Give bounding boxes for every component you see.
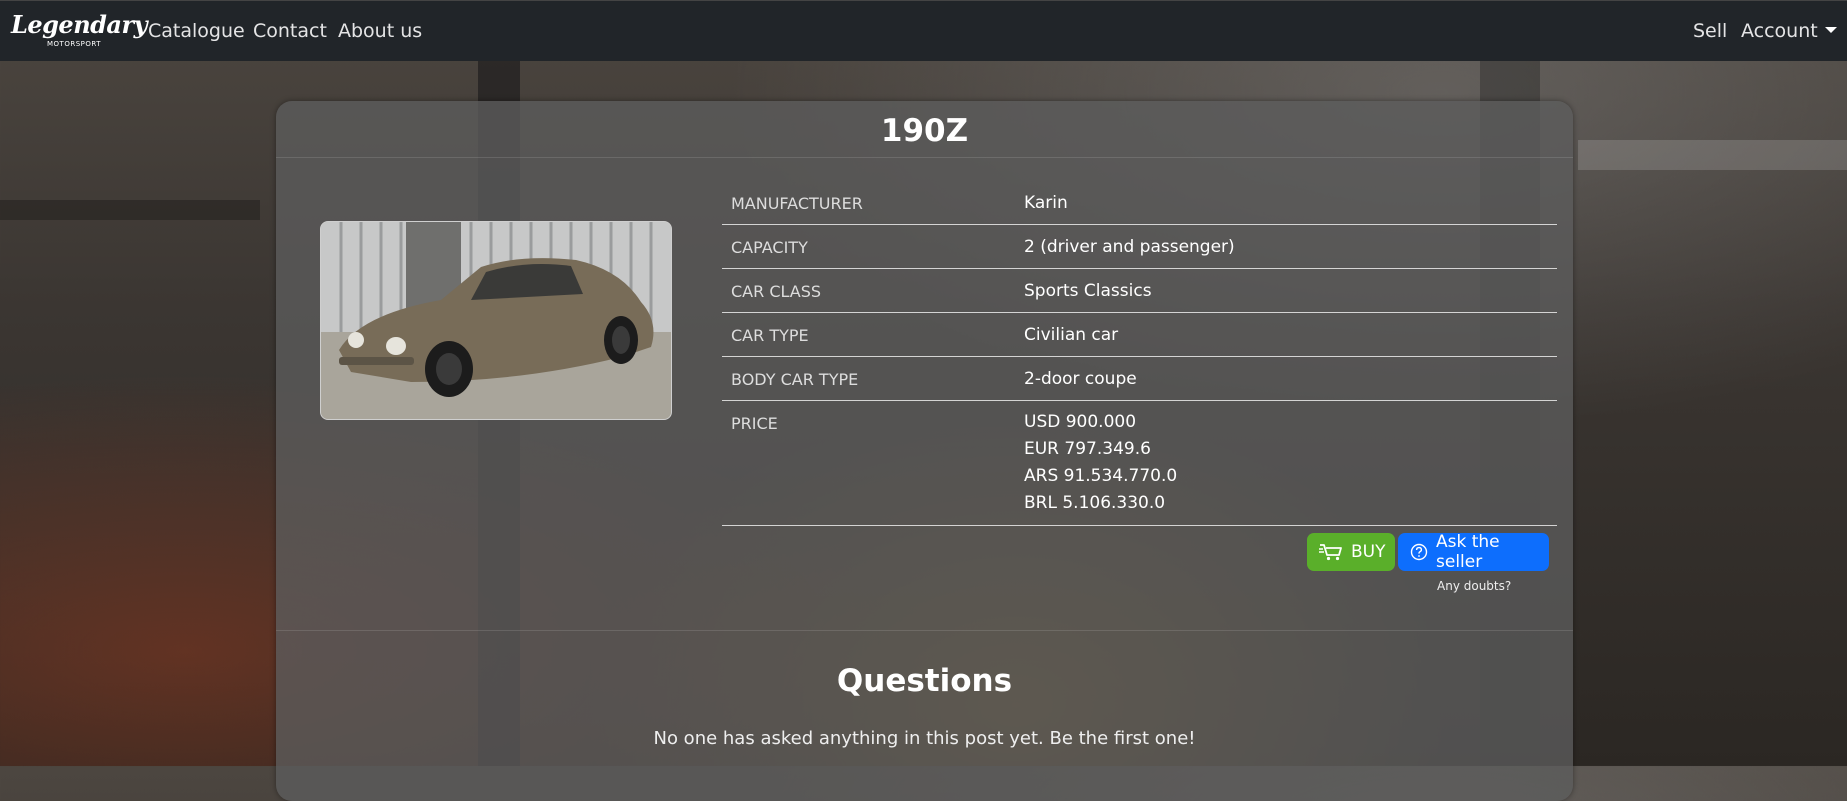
ask-seller-button[interactable]: Ask the seller	[1398, 532, 1549, 572]
brand-subtitle: MOTORSPORT	[47, 40, 102, 48]
bg-beam	[1578, 140, 1847, 170]
car-illustration	[321, 222, 671, 419]
price-brl: BRL 5.106.330.0	[1024, 493, 1166, 513]
spec-row-capacity: CAPACITY 2 (driver and passenger)	[722, 225, 1557, 269]
questions-heading: Questions	[836, 663, 1013, 699]
ask-seller-label: Ask the seller	[1436, 532, 1500, 572]
spec-value: Karin	[1024, 193, 1068, 213]
account-label: Account	[1741, 20, 1818, 42]
top-navbar: Legendary MOTORSPORT Catalogue Contact A…	[0, 0, 1847, 61]
spec-value: Sports Classics	[1024, 281, 1152, 301]
spec-label: MANUFACTURER	[731, 194, 863, 213]
any-doubts-hint: Any doubts?	[1437, 579, 1512, 593]
spec-row-body-car-type: BODY CAR TYPE 2-door coupe	[722, 357, 1557, 401]
spec-row-car-class: CAR CLASS Sports Classics	[722, 269, 1557, 313]
question-circle-icon	[1410, 543, 1428, 561]
spec-row-car-type: CAR TYPE Civilian car	[722, 313, 1557, 357]
caret-down-icon	[1824, 27, 1837, 33]
spec-label: CAR CLASS	[731, 282, 822, 301]
bg-beam	[0, 200, 260, 220]
buy-label: BUY	[1351, 542, 1386, 562]
brand-logo[interactable]: Legendary MOTORSPORT	[11, 10, 148, 51]
car-title: 190Z	[880, 113, 969, 149]
spec-label: CAPACITY	[731, 238, 808, 257]
spec-value: 2-door coupe	[1024, 369, 1137, 389]
spec-row-price: PRICE USD 900.000 EUR 797.349.6 ARS 91.5…	[722, 401, 1557, 526]
price-usd: USD 900.000	[1024, 412, 1137, 432]
spec-label: BODY CAR TYPE	[731, 370, 859, 389]
buy-button[interactable]: BUY	[1307, 533, 1395, 571]
price-list: USD 900.000 EUR 797.349.6 ARS 91.534.770…	[1024, 409, 1177, 517]
price-eur: EUR 797.349.6	[1024, 439, 1151, 459]
spec-row-manufacturer: MANUFACTURER Karin	[722, 181, 1557, 225]
spec-value: 2 (driver and passenger)	[1024, 237, 1235, 257]
spec-label: CAR TYPE	[731, 326, 809, 345]
nav-link-about-us[interactable]: About us	[338, 20, 422, 42]
car-detail-card: 190Z MANUFACTURER Karin CAPACITY 2 (driv…	[276, 101, 1573, 801]
cart-icon	[1319, 543, 1343, 561]
section-divider	[276, 630, 1573, 631]
car-specs-table: MANUFACTURER Karin CAPACITY 2 (driver an…	[722, 181, 1557, 526]
nav-link-sell[interactable]: Sell	[1693, 20, 1727, 42]
nav-link-catalogue[interactable]: Catalogue	[148, 20, 245, 42]
brand-name: Legendary	[11, 10, 148, 39]
spec-value: Civilian car	[1024, 325, 1119, 345]
car-image	[320, 221, 672, 420]
spec-label: PRICE	[731, 414, 778, 433]
account-dropdown[interactable]: Account	[1741, 20, 1837, 42]
questions-empty-message: No one has asked anything in this post y…	[653, 728, 1196, 749]
price-ars: ARS 91.534.770.0	[1024, 466, 1178, 486]
card-header: 190Z	[276, 101, 1573, 158]
nav-link-contact[interactable]: Contact	[253, 20, 327, 42]
